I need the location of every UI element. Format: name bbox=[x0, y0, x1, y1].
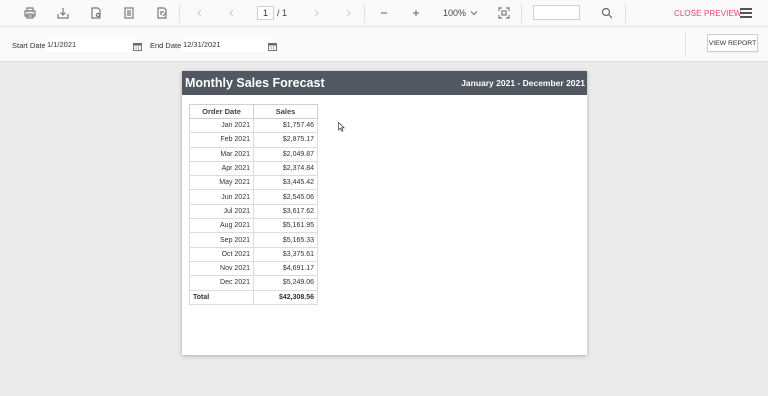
order-date-cell: Jul 2021 bbox=[189, 203, 254, 220]
print-icon[interactable] bbox=[23, 6, 37, 20]
view-report-button[interactable]: VIEW REPORT bbox=[707, 34, 758, 52]
sales-cell: $3,375.61 bbox=[253, 246, 318, 262]
page-total: / 1 bbox=[277, 8, 288, 18]
toolbar-separator bbox=[179, 4, 180, 23]
search-input[interactable] bbox=[533, 5, 580, 20]
table-row: Apr 2021 $2,374.84 bbox=[189, 160, 318, 177]
table-row: Oct 2021 $3,375.61 bbox=[189, 246, 318, 262]
previous-page-icon[interactable] bbox=[225, 6, 239, 20]
report-header: Monthly Sales Forecast January 2021 - De… bbox=[182, 71, 587, 95]
order-date-cell: Sep 2021 bbox=[189, 232, 254, 248]
zoom-in-icon[interactable] bbox=[409, 6, 423, 20]
table-row: Sep 2021 $5,165.33 bbox=[189, 232, 318, 248]
table-row: May 2021 $3,445.42 bbox=[189, 175, 318, 191]
fit-page-icon[interactable] bbox=[497, 6, 511, 20]
table-row: Jan 2021 $1,757.46 bbox=[189, 117, 318, 134]
sales-table: Order Date Sales Jan 2021 $1,757.46 Feb 20… bbox=[189, 104, 318, 305]
viewer-toolbar: 1 / 1 100% CLOSE PREVIEW bbox=[0, 0, 768, 27]
toolbar-separator bbox=[521, 4, 522, 23]
sales-cell: $4,691.17 bbox=[253, 260, 318, 277]
zoom-level[interactable]: 100% bbox=[443, 8, 466, 18]
order-date-cell: Dec 2021 bbox=[189, 275, 254, 291]
parameters-panel: Start Date 1/1/2021 End Date 12/31/2021 … bbox=[0, 27, 768, 62]
order-date-cell: Nov 2021 bbox=[189, 260, 254, 277]
order-date-cell: Apr 2021 bbox=[189, 160, 254, 177]
panel-separator bbox=[685, 32, 686, 57]
sales-cell: $5,161.95 bbox=[253, 218, 318, 234]
page-number-input[interactable]: 1 bbox=[257, 6, 274, 20]
last-page-icon[interactable] bbox=[341, 6, 355, 20]
start-date-input[interactable]: 1/1/2021 bbox=[45, 37, 137, 52]
sales-cell: $1,757.46 bbox=[253, 117, 318, 134]
order-date-cell: Aug 2021 bbox=[189, 218, 254, 234]
menu-icon[interactable] bbox=[740, 8, 752, 18]
order-date-cell: Oct 2021 bbox=[189, 246, 254, 262]
sales-cell: $2,374.84 bbox=[253, 160, 318, 177]
next-page-icon[interactable] bbox=[309, 6, 323, 20]
search-icon[interactable] bbox=[600, 6, 614, 20]
calendar-icon[interactable] bbox=[133, 38, 142, 51]
total-value: $42,308.56 bbox=[253, 289, 318, 305]
table-row: Aug 2021 $5,161.95 bbox=[189, 218, 318, 234]
close-preview-button[interactable]: CLOSE PREVIEW bbox=[674, 9, 742, 18]
page-setup-icon[interactable] bbox=[89, 6, 103, 20]
total-row: Total $42,308.56 bbox=[189, 289, 318, 305]
sales-cell: $2,545.06 bbox=[253, 189, 318, 205]
sales-cell: $2,875.17 bbox=[253, 132, 318, 148]
zoom-dropdown-icon[interactable] bbox=[467, 6, 481, 20]
column-header-order-date: Order Date bbox=[189, 104, 254, 119]
sales-cell: $3,445.42 bbox=[253, 175, 318, 191]
report-title: Monthly Sales Forecast bbox=[185, 76, 325, 90]
toolbar-separator bbox=[364, 4, 365, 23]
sales-cell: $3,617.62 bbox=[253, 203, 318, 220]
sales-cell: $5,249.06 bbox=[253, 275, 318, 291]
sales-cell: $2,049.87 bbox=[253, 146, 318, 162]
table-header-row: Order Date Sales bbox=[189, 104, 318, 119]
zoom-out-icon[interactable] bbox=[377, 6, 391, 20]
order-date-cell: May 2021 bbox=[189, 175, 254, 191]
table-row: Nov 2021 $4,691.17 bbox=[189, 260, 318, 277]
order-date-cell: Jan 2021 bbox=[189, 117, 254, 134]
table-row: Dec 2021 $5,249.06 bbox=[189, 275, 318, 291]
order-date-cell: Feb 2021 bbox=[189, 132, 254, 148]
start-date-label: Start Date bbox=[12, 41, 46, 50]
total-label: Total bbox=[189, 289, 254, 305]
parameters-icon[interactable] bbox=[155, 6, 169, 20]
table-row: Jun 2021 $2,545.06 bbox=[189, 189, 318, 205]
end-date-label: End Date bbox=[150, 41, 182, 50]
table-row: Jul 2021 $3,617.62 bbox=[189, 203, 318, 220]
order-date-cell: Jun 2021 bbox=[189, 189, 254, 205]
end-date-input[interactable]: 12/31/2021 bbox=[181, 37, 273, 52]
order-date-cell: Mar 2021 bbox=[189, 146, 254, 162]
sales-cell: $5,165.33 bbox=[253, 232, 318, 248]
table-row: Feb 2021 $2,875.17 bbox=[189, 132, 318, 148]
column-header-sales: Sales bbox=[253, 104, 318, 119]
report-page: Monthly Sales Forecast January 2021 - De… bbox=[182, 71, 587, 355]
print-layout-icon[interactable] bbox=[122, 6, 136, 20]
table-row: Mar 2021 $2,049.87 bbox=[189, 146, 318, 162]
mouse-cursor-icon bbox=[338, 119, 346, 132]
calendar-icon[interactable] bbox=[268, 38, 277, 51]
export-icon[interactable] bbox=[56, 6, 70, 20]
table-body: Jan 2021 $1,757.46 Feb 2021 $2,875.17 Mar 20… bbox=[189, 117, 318, 305]
report-date-range: January 2021 - December 2021 bbox=[461, 78, 585, 88]
toolbar-separator bbox=[625, 4, 626, 23]
first-page-icon[interactable] bbox=[193, 6, 207, 20]
